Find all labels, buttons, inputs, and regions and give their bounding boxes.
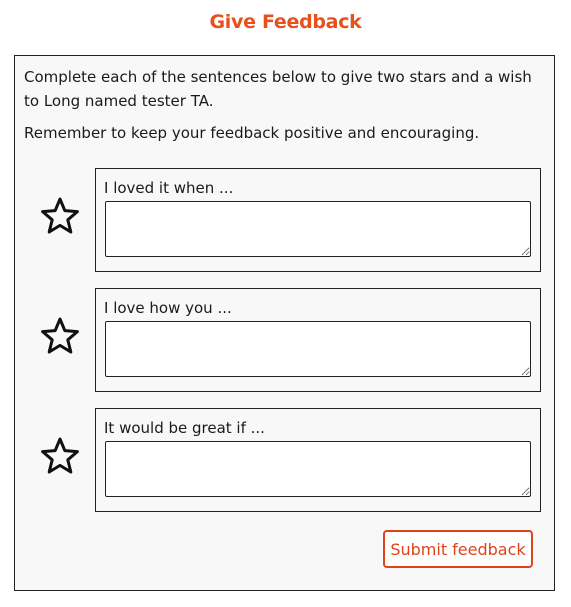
- submit-feedback-button[interactable]: Submit feedback: [383, 530, 533, 568]
- reminder-text: Remember to keep your feedback positive …: [24, 124, 480, 142]
- star-icon: [41, 197, 79, 234]
- feedback-box-1: I loved it when ...: [95, 168, 541, 272]
- feedback-textarea-1[interactable]: [105, 201, 531, 257]
- star-icon: [41, 437, 79, 474]
- intro-text: Complete each of the sentences below to …: [24, 68, 532, 110]
- feedback-prompt-label: I loved it when ...: [104, 179, 234, 197]
- feedback-row-1: I loved it when ...: [15, 168, 556, 272]
- feedback-textarea-2[interactable]: [105, 321, 531, 377]
- star-icon: [41, 317, 79, 354]
- feedback-prompt-label: It would be great if ...: [104, 419, 265, 437]
- feedback-box-3: It would be great if ...: [95, 408, 541, 512]
- feedback-panel: Complete each of the sentences below to …: [14, 55, 555, 591]
- feedback-prompt-label: I love how you ...: [104, 299, 232, 317]
- feedback-row-3: It would be great if ...: [15, 408, 556, 512]
- feedback-box-2: I love how you ...: [95, 288, 541, 392]
- feedback-row-2: I love how you ...: [15, 288, 556, 392]
- page-title: Give Feedback: [209, 11, 362, 33]
- feedback-textarea-3[interactable]: [105, 441, 531, 497]
